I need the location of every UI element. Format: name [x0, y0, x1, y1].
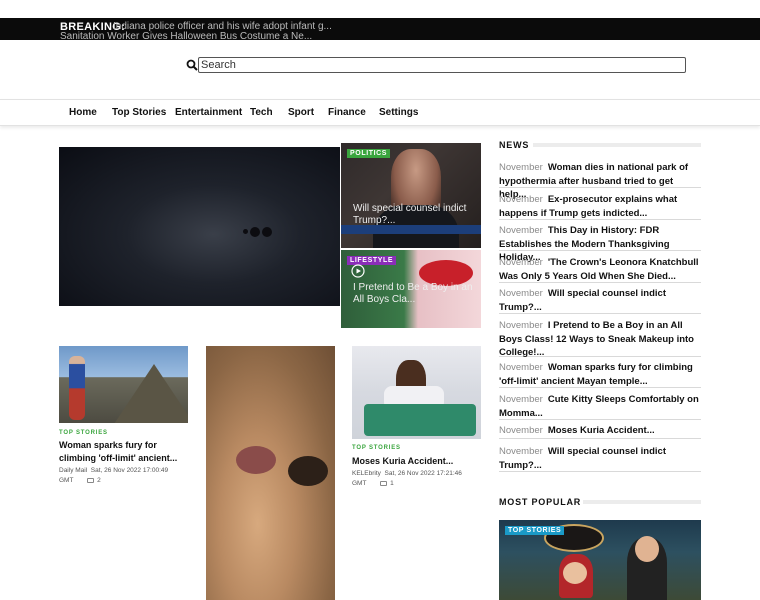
- news-item[interactable]: November Moses Kuria Accident...: [499, 423, 701, 439]
- breaking-ticker-item[interactable]: Sanitation Worker Gives Halloween Bus Co…: [60, 31, 312, 40]
- most-popular-image[interactable]: TOP STORIES: [499, 520, 701, 600]
- nav-item-tech[interactable]: Tech: [250, 107, 273, 118]
- most-popular-heading: MOST POPULAR: [499, 497, 582, 507]
- comment-count: 2: [97, 477, 101, 484]
- category-badge: POLITICS: [347, 149, 391, 158]
- nav-item-entertainment[interactable]: Entertainment: [175, 107, 242, 118]
- news-title[interactable]: Moses Kuria Accident...: [548, 425, 655, 436]
- story-tag: TOP STORIES: [59, 430, 108, 436]
- news-item[interactable]: November Will special counsel indict Trum…: [499, 444, 701, 472]
- story-title[interactable]: Woman sparks fury for climbing 'off-limi…: [59, 439, 194, 465]
- news-month: November: [499, 394, 543, 405]
- play-icon[interactable]: [351, 264, 365, 278]
- story-tag: TOP STORIES: [352, 445, 401, 451]
- nav-item-top-stories[interactable]: Top Stories: [112, 107, 166, 118]
- featured-card-lifestyle[interactable]: LIFESTYLE I Pretend to Be a Boy in an Al…: [341, 250, 481, 328]
- search-input[interactable]: [198, 57, 686, 73]
- story-source: KELEbrity: [352, 470, 381, 477]
- story-title[interactable]: Moses Kuria Accident...: [352, 455, 482, 468]
- news-month: November: [499, 162, 543, 173]
- news-month: November: [499, 446, 543, 457]
- news-item[interactable]: November I Pretend to Be a Boy in an All …: [499, 318, 701, 358]
- news-item[interactable]: November Woman dies in national park of h…: [499, 160, 701, 200]
- news-item[interactable]: November 'The Crown's Leonora Knatchbull …: [499, 255, 701, 283]
- story-source: Daily Mail: [59, 467, 88, 474]
- search-icon[interactable]: [186, 59, 198, 71]
- hero-video[interactable]: [59, 147, 340, 306]
- loading-indicator-icon: [243, 223, 274, 241]
- news-month: November: [499, 194, 543, 205]
- featured-card-title[interactable]: I Pretend to Be a Boy in an All Boys Cla…: [353, 282, 473, 306]
- story-meta: Daily Mail Sat, 26 Nov 2022 17:00:49 GMT…: [59, 466, 184, 486]
- nav-item-settings[interactable]: Settings: [379, 107, 418, 118]
- main-nav: Home Top Stories Entertainment Tech Spor…: [0, 99, 760, 126]
- news-month: November: [499, 257, 543, 268]
- featured-card-title[interactable]: Will special counsel indict Trump?...: [353, 203, 473, 227]
- nav-item-finance[interactable]: Finance: [328, 107, 366, 118]
- news-heading: NEWS: [499, 140, 530, 150]
- news-month: November: [499, 225, 543, 236]
- divider: [583, 500, 701, 504]
- story-image[interactable]: [352, 346, 481, 439]
- news-item[interactable]: November This Day in History: FDR Establi…: [499, 223, 701, 263]
- news-item[interactable]: November Ex-prosecutor explains what happ…: [499, 192, 701, 220]
- comment-icon: [380, 480, 388, 486]
- nav-item-sport[interactable]: Sport: [288, 107, 314, 118]
- news-month: November: [499, 362, 543, 373]
- breaking-news-bar: BREAKING: Indiana police officer and his…: [0, 18, 760, 40]
- featured-card-politics[interactable]: POLITICS Will special counsel indict Tru…: [341, 143, 481, 248]
- comment-icon: [87, 477, 95, 483]
- nav-item-home[interactable]: Home: [69, 107, 97, 118]
- news-item[interactable]: November Will special counsel indict Trum…: [499, 286, 701, 314]
- divider: [533, 143, 701, 147]
- news-month: November: [499, 425, 543, 436]
- comment-count: 1: [390, 480, 394, 487]
- news-month: November: [499, 288, 543, 299]
- news-item[interactable]: November Woman sparks fury for climbing '…: [499, 360, 701, 388]
- story-image[interactable]: [206, 346, 335, 600]
- story-image[interactable]: [59, 346, 188, 423]
- news-item[interactable]: November Cute Kitty Sleeps Comfortably on…: [499, 392, 701, 420]
- news-month: November: [499, 320, 543, 331]
- story-meta: KELEbrity Sat, 26 Nov 2022 17:21:46 GMT …: [352, 469, 477, 489]
- category-badge: TOP STORIES: [505, 526, 565, 535]
